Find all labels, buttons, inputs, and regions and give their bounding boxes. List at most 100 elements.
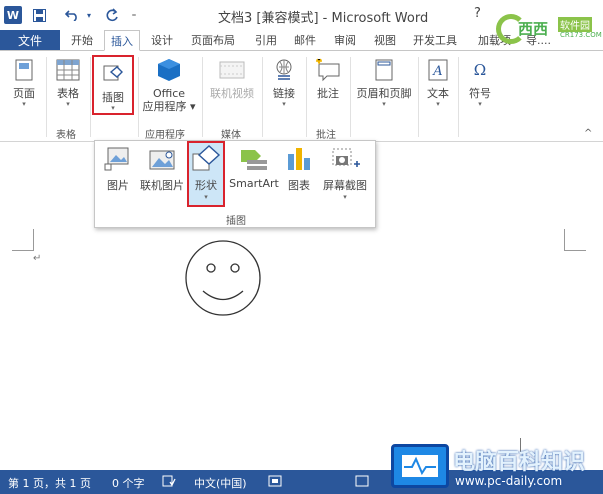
header-footer-label: 页眉和页脚 bbox=[356, 87, 412, 100]
customize-qat-icon[interactable]: ₌ bbox=[128, 6, 140, 24]
smiley-shape[interactable] bbox=[183, 238, 263, 318]
watermark-url: www.pc-daily.com bbox=[455, 474, 563, 488]
word-logo-icon[interactable]: W bbox=[4, 6, 22, 24]
chart-icon bbox=[284, 145, 314, 173]
smartart-icon bbox=[239, 145, 269, 173]
watermark-logo: 电脑百科知识 www.pc-daily.com bbox=[385, 436, 603, 494]
links-dropdown-icon: ▾ bbox=[282, 100, 286, 108]
office-apps-label-line2: 应用程序 ▾ bbox=[142, 100, 196, 113]
gallery-smartart-label: SmartArt bbox=[229, 177, 279, 190]
tab-page-layout[interactable]: 页面布局 bbox=[191, 30, 235, 50]
group-separator bbox=[350, 57, 351, 137]
margin-corner-left bbox=[12, 229, 34, 251]
group-label-apps: 应用程序 bbox=[145, 130, 185, 141]
pages-button[interactable]: 页面 ▾ bbox=[8, 53, 40, 108]
group-separator bbox=[458, 57, 459, 137]
illustrations-label: 插图 bbox=[102, 91, 124, 104]
gallery-shapes-button[interactable]: 形状 ▾ bbox=[187, 141, 225, 207]
text-icon: A bbox=[425, 57, 451, 83]
tab-view[interactable]: 视图 bbox=[374, 30, 396, 50]
page-icon bbox=[11, 57, 37, 83]
paragraph-mark: ↵ bbox=[33, 253, 42, 264]
group-label-tables: 表格 bbox=[56, 130, 76, 141]
status-words[interactable]: 0 个字 bbox=[112, 475, 145, 491]
gallery-chart-label: 图表 bbox=[288, 179, 310, 192]
tab-review[interactable]: 审阅 bbox=[334, 30, 356, 50]
table-button[interactable]: 表格 ▾ bbox=[50, 53, 86, 108]
tab-insert[interactable]: 插入 bbox=[104, 30, 140, 51]
office-apps-icon bbox=[156, 57, 182, 83]
site-logo-url: CR173.COM bbox=[560, 31, 602, 39]
tab-mailings[interactable]: 邮件 bbox=[294, 30, 316, 50]
tab-file[interactable]: 文件 bbox=[0, 30, 60, 50]
gallery-online-picture-button[interactable]: 联机图片 bbox=[137, 145, 187, 193]
gallery-chart-button[interactable]: 图表 bbox=[283, 145, 315, 193]
group-separator bbox=[262, 57, 263, 137]
group-label-media: 媒体 bbox=[221, 130, 241, 141]
tab-design[interactable]: 设计 bbox=[151, 30, 173, 50]
undo-icon[interactable] bbox=[62, 6, 82, 24]
gallery-shapes-dropdown-icon: ▾ bbox=[204, 193, 208, 201]
tab-references[interactable]: 引用 bbox=[255, 30, 277, 50]
group-separator bbox=[138, 57, 139, 137]
office-apps-label-line1: Office bbox=[152, 87, 186, 100]
comment-icon bbox=[315, 57, 341, 83]
pages-label: 页面 bbox=[13, 87, 35, 100]
tab-developer[interactable]: 开发工具 bbox=[413, 30, 457, 50]
monitor-screen bbox=[402, 455, 438, 477]
office-apps-button[interactable]: Office 应用程序 ▾ bbox=[140, 53, 198, 113]
watermark-title: 电脑百科知识 bbox=[453, 450, 586, 475]
group-separator bbox=[202, 57, 203, 137]
gallery-picture-button[interactable]: 图片 bbox=[101, 145, 135, 193]
gallery-screenshot-button[interactable]: 屏幕截图 ▾ bbox=[319, 145, 371, 201]
gallery-screenshot-label: 屏幕截图 bbox=[323, 179, 367, 192]
gallery-shapes-label: 形状 bbox=[195, 179, 217, 192]
read-mode-icon[interactable] bbox=[355, 475, 369, 490]
table-dropdown-icon: ▾ bbox=[66, 100, 70, 108]
gallery-screenshot-dropdown-icon: ▾ bbox=[343, 193, 347, 201]
illustrations-button[interactable]: 插图 ▾ bbox=[92, 55, 134, 115]
status-language[interactable]: 中文(中国) bbox=[194, 475, 247, 491]
gallery-picture-label: 图片 bbox=[107, 179, 129, 192]
redo-icon[interactable] bbox=[102, 6, 122, 24]
window-title: 文档3 [兼容模式] - Microsoft Word bbox=[218, 11, 429, 26]
links-button[interactable]: 链接 ▾ bbox=[266, 53, 302, 108]
comment-button[interactable]: 批注 bbox=[310, 53, 346, 100]
link-icon bbox=[271, 57, 297, 83]
online-picture-icon bbox=[147, 145, 177, 173]
monitor-icon bbox=[391, 444, 449, 488]
ribbon-insert: 页面 ▾ 表格 ▾ 表格 插图 ▾ Office 应用程序 ▾ 应用程序 联机视… bbox=[0, 50, 603, 142]
pages-dropdown-icon: ▾ bbox=[22, 100, 26, 108]
collapse-ribbon-icon[interactable]: ^ bbox=[584, 128, 592, 139]
header-footer-button[interactable]: 页眉和页脚 ▾ bbox=[352, 53, 416, 108]
text-label: 文本 bbox=[427, 87, 449, 100]
gallery-group-label: 插图 bbox=[226, 216, 246, 227]
text-button[interactable]: A 文本 ▾ bbox=[420, 53, 456, 108]
shapes-icon bbox=[191, 145, 221, 173]
help-button[interactable]: ? bbox=[474, 6, 481, 21]
svg-text:Ω: Ω bbox=[474, 61, 486, 79]
symbols-button[interactable]: Ω 符号 ▾ bbox=[462, 53, 498, 108]
proofing-icon[interactable] bbox=[162, 475, 176, 490]
gallery-smartart-button[interactable]: SmartArt bbox=[227, 145, 281, 190]
symbol-icon: Ω bbox=[467, 57, 493, 83]
undo-dropdown-icon[interactable]: ▾ bbox=[84, 6, 94, 24]
save-icon[interactable] bbox=[30, 6, 48, 24]
word-window: W ▾ ₌ 文档3 [兼容模式] - Microsoft Word ? 文件 开… bbox=[0, 0, 603, 494]
site-logo-name: 西西 bbox=[518, 20, 549, 38]
group-separator bbox=[306, 57, 307, 137]
tab-home[interactable]: 开始 bbox=[71, 30, 93, 50]
links-label: 链接 bbox=[273, 87, 295, 100]
text-dropdown-icon: ▾ bbox=[436, 100, 440, 108]
header-footer-dropdown-icon: ▾ bbox=[382, 100, 386, 108]
online-video-icon bbox=[219, 57, 245, 83]
macro-record-icon[interactable] bbox=[268, 475, 282, 490]
status-page[interactable]: 第 1 页，共 1 页 bbox=[8, 475, 91, 491]
symbols-dropdown-icon: ▾ bbox=[478, 100, 482, 108]
table-icon bbox=[55, 57, 81, 83]
online-video-button[interactable]: 联机视频 bbox=[206, 53, 258, 100]
screenshot-icon bbox=[330, 145, 360, 173]
site-logo: 西西 软件园 CR173.COM bbox=[496, 14, 603, 48]
svg-text:A: A bbox=[432, 64, 442, 79]
illustrations-gallery: 图片 联机图片 形状 ▾ SmartArt 图表 屏幕截图 ▾ 插图 bbox=[94, 140, 376, 228]
